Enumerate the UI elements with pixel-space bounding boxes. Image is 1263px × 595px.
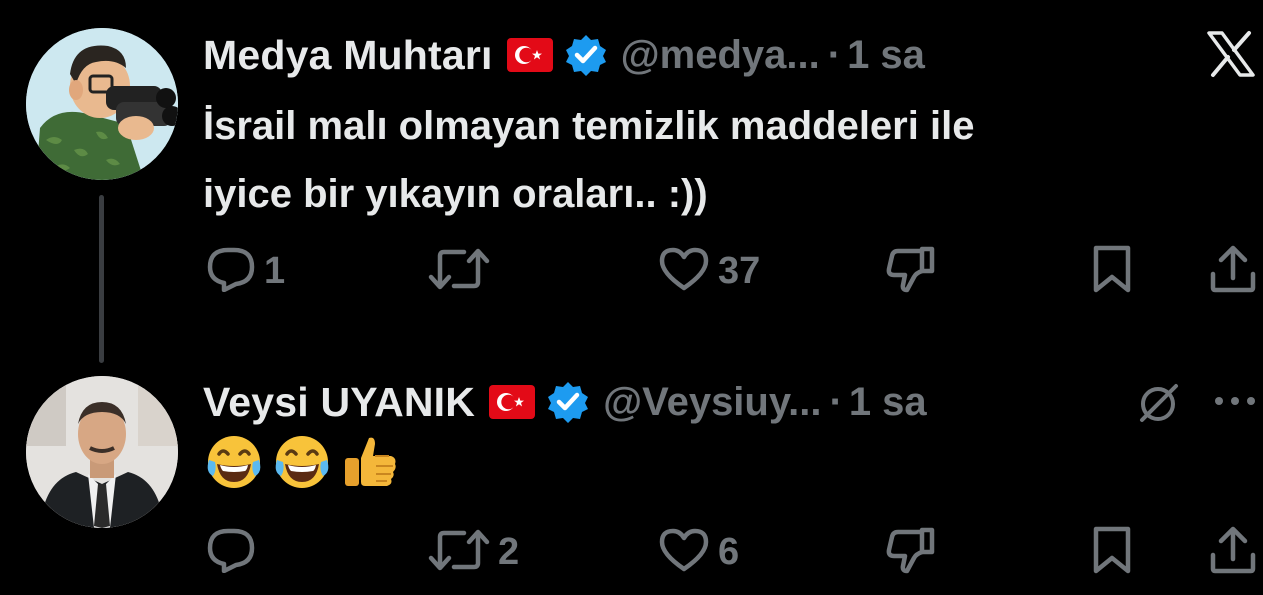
like-count: 37 [718, 249, 761, 292]
avatar[interactable] [26, 376, 178, 528]
tweet-header: Veysi UYANIK @Veysiuy... · 1 sa [203, 377, 927, 427]
tweet-header: Medya Muhtarı @medya... · 1 sa [203, 30, 925, 80]
retweet-icon [428, 246, 490, 297]
x-logo-icon[interactable] [1203, 28, 1259, 80]
reply-icon [206, 246, 256, 297]
verified-badge-icon [565, 34, 607, 76]
tweet-text: İsrail malı olmayan temizlik maddeleri i… [203, 92, 974, 228]
share-button[interactable] [1208, 244, 1258, 299]
reply-button[interactable] [206, 527, 264, 577]
heart-icon [658, 246, 710, 297]
dislike-icon [886, 245, 936, 298]
share-icon [1208, 244, 1258, 299]
laughing-tears-emoji [203, 432, 265, 499]
tweet-text-line: iyice bir yıkayın oraları.. :)) [203, 172, 708, 216]
bookmark-icon [1090, 525, 1134, 580]
display-name[interactable]: Veysi UYANIK [203, 379, 475, 426]
retweet-button[interactable]: 2 [428, 527, 519, 577]
verified-badge-icon [547, 381, 589, 423]
reply-thread: Medya Muhtarı @medya... · 1 sa İsrail ma… [0, 0, 1263, 595]
dislike-button[interactable] [886, 527, 936, 577]
laughing-tears-emoji [271, 432, 333, 499]
separator: · [829, 379, 843, 424]
dislike-icon [886, 526, 936, 579]
grok-icon[interactable] [1134, 378, 1184, 428]
tweet-emojis [203, 432, 401, 499]
thumbs-up-emoji [339, 432, 401, 499]
timestamp[interactable]: 1 sa [847, 33, 925, 78]
retweet-icon [428, 527, 490, 578]
like-button[interactable]: 37 [658, 246, 760, 296]
bookmark-button[interactable] [1090, 244, 1134, 299]
action-bar: 1 37 [0, 244, 1263, 299]
handle[interactable]: @medya... [621, 33, 820, 78]
turkey-flag-icon [506, 38, 553, 72]
heart-icon [658, 527, 710, 578]
bookmark-icon [1090, 244, 1134, 299]
dislike-button[interactable] [886, 246, 936, 296]
reply-count: 1 [264, 249, 286, 292]
like-count: 6 [718, 530, 740, 573]
like-button[interactable]: 6 [658, 527, 739, 577]
share-icon [1208, 525, 1258, 580]
handle[interactable]: @Veysiuy... [603, 380, 821, 425]
retweet-button[interactable] [428, 246, 498, 296]
timestamp[interactable]: 1 sa [849, 380, 927, 425]
display-name[interactable]: Medya Muhtarı [203, 32, 493, 79]
avatar[interactable] [26, 28, 178, 180]
reply-icon [206, 527, 256, 578]
bookmark-button[interactable] [1090, 525, 1134, 580]
more-icon[interactable] [1212, 386, 1258, 416]
reply-button[interactable]: 1 [206, 246, 285, 296]
separator: · [827, 32, 842, 77]
share-button[interactable] [1208, 525, 1258, 580]
turkey-flag-icon [489, 385, 536, 419]
action-bar: 2 6 [0, 525, 1263, 580]
tweet-text-line: İsrail malı olmayan temizlik maddeleri i… [203, 104, 975, 148]
retweet-count: 2 [498, 530, 520, 573]
